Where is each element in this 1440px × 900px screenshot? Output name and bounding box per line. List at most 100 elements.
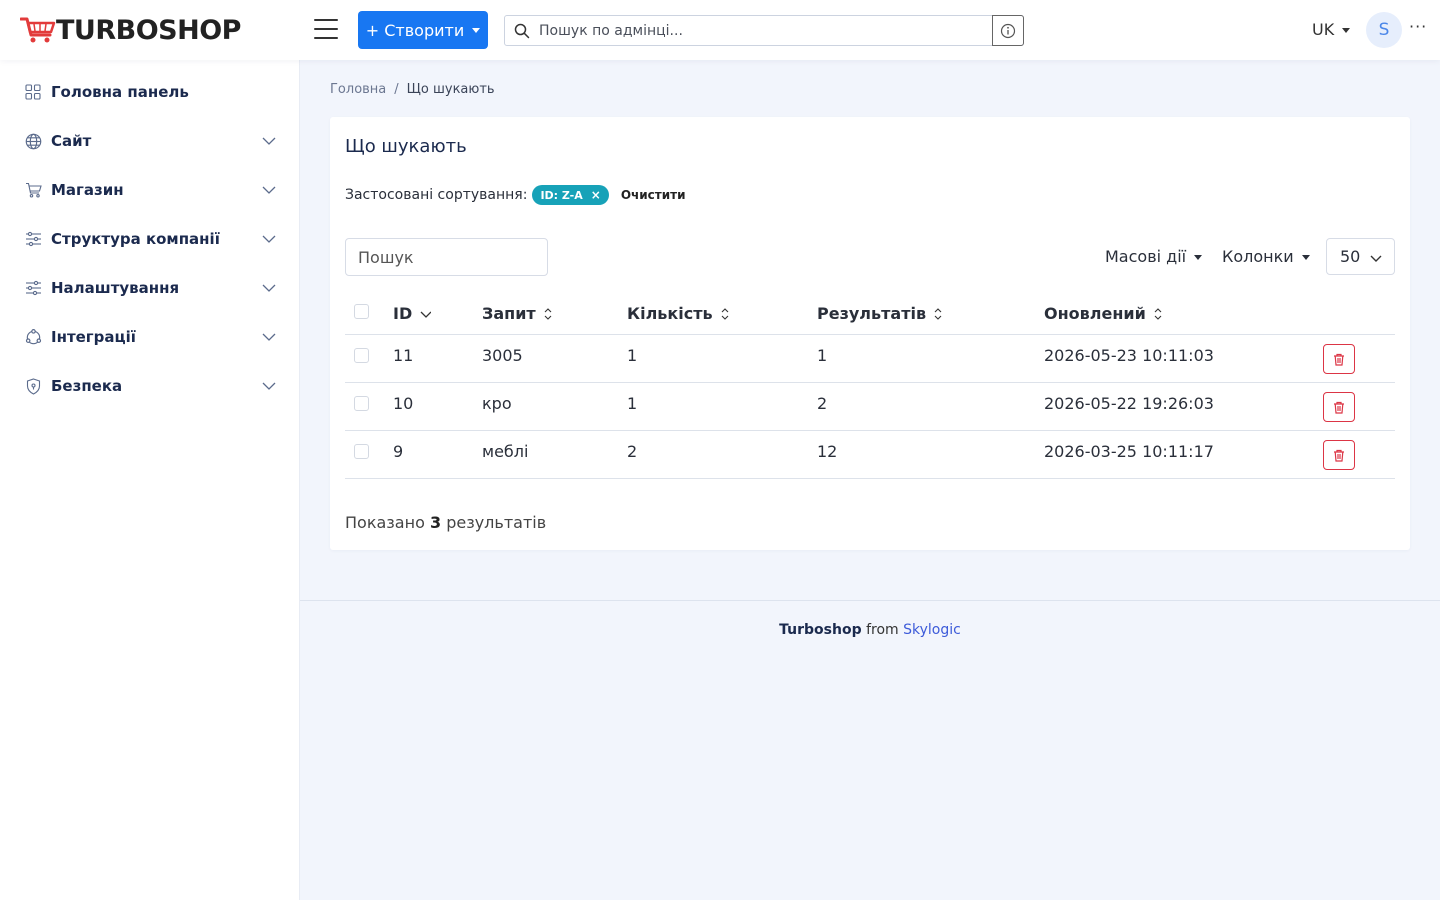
footer-link[interactable]: Skylogic [903, 622, 961, 638]
sidebar-item-settings[interactable]: Налаштування [24, 276, 276, 300]
create-button-label: + Створити [365, 20, 465, 40]
applied-sorts-label: Застосовані сортування: [345, 187, 528, 203]
sidebar-item-shop[interactable]: Магазин [24, 178, 276, 202]
sidebar-item-label: Безпека [51, 377, 123, 395]
cell-id: 10 [393, 394, 414, 413]
caret-down-icon [472, 27, 481, 33]
column-header-results[interactable]: Результатів [817, 304, 943, 323]
breadcrumb-separator: / [394, 82, 399, 97]
sidebar-item-integrations[interactable]: Інтеграції [24, 325, 276, 349]
column-header-count[interactable]: Кількість [627, 304, 730, 323]
results-count: 3 [429, 513, 442, 532]
cell-updated: 2026-05-23 10:11:03 [1044, 346, 1214, 365]
breadcrumb-home[interactable]: Головна [330, 82, 386, 97]
row-checkbox[interactable] [354, 444, 369, 459]
sidebar-item-security[interactable]: Безпека [24, 374, 276, 398]
logo-text: TURBOSHOP [56, 14, 241, 46]
create-button[interactable]: + Створити [358, 11, 488, 49]
footer-brand: Turboshop [779, 622, 862, 638]
per-page-select[interactable]: 50 [1326, 238, 1395, 275]
cell-id: 9 [393, 442, 404, 461]
sliders-icon [24, 230, 42, 248]
sidebar-item-label: Налаштування [51, 279, 180, 297]
chevron-down-icon [262, 235, 276, 243]
grid-icon [24, 83, 42, 101]
column-header-query[interactable]: Запит [482, 304, 553, 323]
caret-down-icon [1301, 255, 1310, 260]
bulk-actions-label: Масові дії [1105, 247, 1187, 266]
cell-results: 2 [817, 394, 828, 413]
sidebar-item-label: Головна панель [51, 83, 189, 101]
per-page-value: 50 [1340, 247, 1361, 266]
table-row: 9 меблі 2 12 2026-03-25 10:11:17 [345, 431, 1395, 479]
more-options-icon[interactable]: ··· [1409, 17, 1427, 36]
admin-search-input[interactable] [539, 16, 992, 45]
delete-button[interactable] [1323, 344, 1355, 374]
chevron-down-icon [1370, 255, 1382, 262]
footer-from: from [866, 622, 899, 638]
delete-button[interactable] [1323, 392, 1355, 422]
table-search-input[interactable] [345, 238, 548, 276]
caret-down-icon [1342, 28, 1351, 33]
cell-count: 1 [627, 394, 638, 413]
close-icon[interactable]: × [591, 188, 601, 202]
sidebar: Головна панель Сайт Магазин Структура ко… [0, 60, 300, 900]
chevron-down-icon [262, 333, 276, 341]
trash-icon [1334, 353, 1344, 366]
sort-desc-icon [420, 311, 432, 318]
globe-icon [24, 132, 42, 150]
table-header: ID Запит Кількість Результатів Оновлений [345, 298, 1395, 335]
sort-icon [721, 307, 729, 320]
column-header-label: Результатів [817, 304, 927, 323]
sidebar-item-label: Сайт [51, 132, 92, 150]
bulk-actions-dropdown[interactable]: Масові дії [1105, 247, 1203, 266]
info-icon[interactable] [992, 15, 1024, 46]
chevron-down-icon [262, 382, 276, 390]
language-selector[interactable]: UK [1312, 20, 1351, 39]
row-checkbox[interactable] [354, 396, 369, 411]
breadcrumb-current: Що шукають [406, 82, 495, 97]
breadcrumb: Головна / Що шукають [330, 82, 495, 97]
avatar[interactable]: S [1366, 12, 1402, 48]
caret-down-icon [1194, 255, 1203, 260]
footer: Turboshop from Skylogic [300, 622, 1440, 638]
row-checkbox[interactable] [354, 348, 369, 363]
clear-sorts-button[interactable]: Очистити [621, 188, 686, 202]
table-row: 10 кро 1 2 2026-05-22 19:26:03 [345, 383, 1395, 431]
cell-query: 3005 [482, 346, 523, 365]
column-header-label: Кількість [627, 304, 713, 323]
select-all-checkbox[interactable] [354, 304, 369, 319]
search-icon [505, 16, 539, 45]
cart-icon [24, 181, 42, 199]
chevron-down-icon [262, 186, 276, 194]
cell-updated: 2026-05-22 19:26:03 [1044, 394, 1214, 413]
page-title: Що шукають [345, 136, 467, 157]
sidebar-item-site[interactable]: Сайт [24, 129, 276, 153]
column-header-id[interactable]: ID [393, 304, 432, 323]
admin-search [504, 15, 1024, 46]
cart-logo-icon [20, 17, 56, 43]
cell-count: 1 [627, 346, 638, 365]
sort-chip[interactable]: ID: Z-A × [532, 185, 609, 205]
results-summary-suffix: результатів [446, 513, 547, 532]
column-header-updated[interactable]: Оновлений [1044, 304, 1163, 323]
search-queries-card: Що шукають Застосовані сортування: ID: Z… [330, 117, 1410, 550]
turboshop-logo[interactable]: TURBOSHOP [20, 14, 241, 46]
sort-icon [544, 307, 552, 320]
cell-query: кро [482, 394, 512, 413]
trash-icon [1334, 401, 1344, 414]
results-summary-prefix: Показано [345, 513, 425, 532]
integrations-icon [24, 328, 42, 346]
sort-chip-label: ID: Z-A [540, 188, 583, 202]
applied-sorts: Застосовані сортування: ID: Z-A × Очисти… [345, 185, 686, 205]
delete-button[interactable] [1323, 440, 1355, 470]
sidebar-item-label: Магазин [51, 181, 124, 199]
trash-icon [1334, 449, 1344, 462]
columns-dropdown[interactable]: Колонки [1222, 247, 1310, 266]
sidebar-item-company-structure[interactable]: Структура компанії [24, 227, 276, 251]
sidebar-item-label: Структура компанії [51, 230, 220, 248]
menu-toggle-icon[interactable] [314, 19, 338, 41]
shield-icon [24, 377, 42, 395]
sidebar-item-dashboard[interactable]: Головна панель [24, 80, 276, 104]
cell-results: 12 [817, 442, 838, 461]
